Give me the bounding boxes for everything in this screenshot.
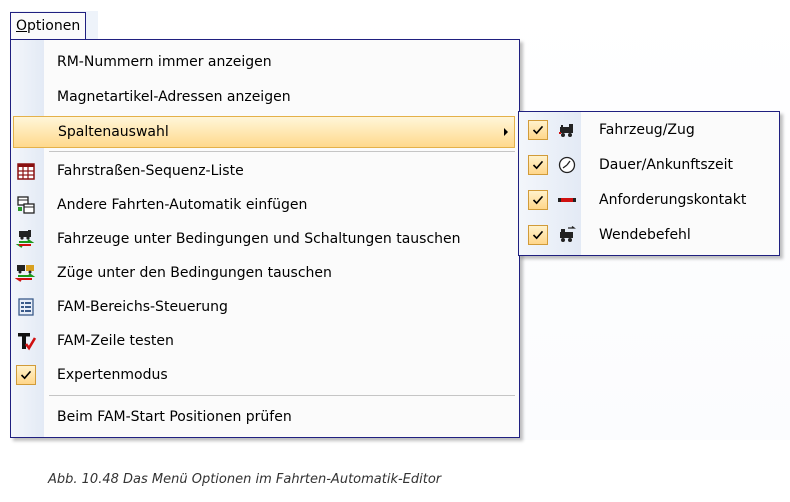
- checkmark-icon: [532, 230, 544, 240]
- figure-caption: Abb. 10.48 Das Menü Optionen im Fahrten-…: [48, 472, 442, 487]
- list-panel-icon: [18, 298, 34, 316]
- menu-item-fam-zeile-testen[interactable]: FAM-Zeile testen: [11, 324, 519, 358]
- submenu-item-wendebefehl[interactable]: Wendebefehl: [519, 218, 779, 253]
- menu-item-spaltenauswahl[interactable]: Spaltenauswahl: [13, 116, 515, 148]
- checkbox-checked: [528, 225, 548, 245]
- options-dropdown: RM-Nummern immer anzeigen Magnetartikel-…: [10, 39, 520, 438]
- menu-item-label: Beim FAM-Start Positionen prüfen: [57, 409, 292, 425]
- swap-trains-icon: [15, 265, 36, 282]
- test-line-icon: [18, 333, 37, 351]
- insert-table-icon: [17, 196, 35, 214]
- menu-item-label: FAM-Zeile testen: [57, 333, 174, 349]
- menu-separator: [49, 151, 515, 152]
- menu-item-magnetartikel[interactable]: Magnetartikel-Adressen anzeigen: [11, 80, 519, 114]
- submenu-item-label: Anforderungskontakt: [599, 192, 747, 208]
- clock-icon: [558, 156, 576, 174]
- menu-item-label: Expertenmodus: [57, 367, 168, 383]
- checkmark-icon: [532, 195, 544, 205]
- checkmark-icon: [532, 125, 544, 135]
- menu-item-label: FAM-Bereichs-Steuerung: [57, 299, 228, 315]
- menu-item-fam-bereichs-steuerung[interactable]: FAM-Bereichs-Steuerung: [11, 290, 519, 324]
- checkmark-icon: [20, 370, 32, 380]
- menu-item-label: Fahrstraßen-Sequenz-Liste: [57, 163, 244, 179]
- locomotive-icon: [559, 124, 573, 137]
- reverse-locomotive-icon: [560, 225, 576, 242]
- menu-item-andere-fam-einfuegen[interactable]: Andere Fahrten-Automatik einfügen: [11, 188, 519, 222]
- menu-item-label: Fahrzeuge unter Bedingungen und Schaltun…: [57, 231, 461, 247]
- submenu-item-anforderungskontakt[interactable]: Anforderungskontakt: [519, 183, 779, 218]
- submenu-item-label: Wendebefehl: [599, 227, 691, 243]
- menu-item-label: RM-Nummern immer anzeigen: [57, 54, 272, 70]
- menu-item-label: Andere Fahrten-Automatik einfügen: [57, 197, 308, 213]
- menu-item-rm-nummern[interactable]: RM-Nummern immer anzeigen: [11, 45, 519, 79]
- submenu-item-fahrzeug-zug[interactable]: Fahrzeug/Zug: [519, 113, 779, 148]
- menu-item-label: Magnetartikel-Adressen anzeigen: [57, 89, 291, 105]
- checkbox-checked: [16, 365, 36, 385]
- menu-optionen[interactable]: Optionen: [10, 12, 87, 39]
- menu-title-text: ptionen: [27, 18, 81, 34]
- menu-item-zuege-tauschen[interactable]: Züge unter den Bedingungen tauschen: [11, 256, 519, 290]
- menu-item-fam-start-pruefen[interactable]: Beim FAM-Start Positionen prüfen: [11, 400, 519, 434]
- menu-item-label: Züge unter den Bedingungen tauschen: [57, 265, 332, 281]
- submenu-item-label: Fahrzeug/Zug: [599, 122, 695, 138]
- submenu-arrow-icon: [504, 128, 508, 136]
- spaltenauswahl-submenu: Fahrzeug/Zug Dauer/Ankunftszeit Anforder…: [518, 111, 780, 256]
- submenu-item-label: Dauer/Ankunftszeit: [599, 157, 733, 173]
- menu-item-label: Spaltenauswahl: [58, 124, 169, 140]
- menu-separator: [49, 395, 515, 396]
- checkbox-checked: [528, 190, 548, 210]
- swap-vehicles-icon: [15, 230, 35, 248]
- menu-item-fahrzeuge-tauschen[interactable]: Fahrzeuge unter Bedingungen und Schaltun…: [11, 222, 519, 256]
- submenu-item-dauer-ankunftszeit[interactable]: Dauer/Ankunftszeit: [519, 148, 779, 183]
- checkmark-icon: [532, 160, 544, 170]
- menu-title-mnemonic: O: [16, 18, 28, 34]
- checkbox-checked: [528, 155, 548, 175]
- menu-item-fahrstrassen-sequenz[interactable]: Fahrstraßen-Sequenz-Liste: [11, 154, 519, 188]
- grid-list-icon: [17, 163, 35, 180]
- checkbox-checked: [528, 120, 548, 140]
- menu-item-expertenmodus[interactable]: Expertenmodus: [11, 358, 519, 392]
- contact-track-icon: [558, 198, 576, 202]
